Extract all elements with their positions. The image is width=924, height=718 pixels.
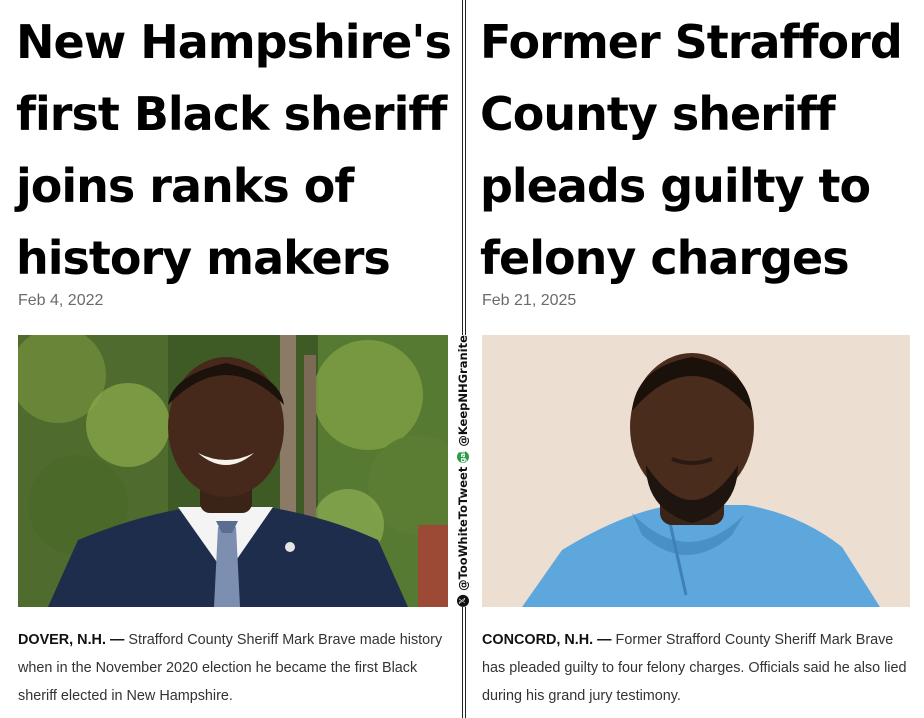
x-logo-icon: 𝕏 [457, 594, 469, 607]
watermark-x-handle[interactable]: @TooWhiteToTweet [456, 467, 470, 591]
right-dateline: CONCORD, N.H. — [482, 632, 612, 648]
right-headline[interactable]: Former Strafford County sheriff pleads g… [480, 6, 918, 294]
left-caption: DOVER, N.H. — Strafford County Sheriff M… [18, 626, 450, 710]
left-headline[interactable]: New Hampshire's first Black sheriff join… [16, 6, 456, 294]
left-photo[interactable] [18, 335, 448, 607]
right-date: Feb 21, 2025 [482, 292, 577, 309]
right-caption: CONCORD, N.H. — Former Strafford County … [482, 626, 912, 710]
right-photo[interactable] [482, 335, 910, 607]
left-date: Feb 4, 2022 [18, 292, 104, 309]
watermark: 𝕏 @TooWhiteToTweet gab @KeepNHGranite [453, 335, 473, 607]
right-article: Former Strafford County sheriff pleads g… [466, 0, 924, 718]
gab-logo-icon: gab [457, 447, 469, 463]
left-article: New Hampshire's first Black sheriff join… [0, 0, 462, 718]
booking-photo-image [482, 335, 910, 607]
left-dateline: DOVER, N.H. — [18, 632, 125, 648]
sheriff-portrait-image [18, 335, 448, 607]
watermark-gab-handle[interactable]: @KeepNHGranite [456, 335, 470, 447]
watermark-text: 𝕏 @TooWhiteToTweet gab @KeepNHGranite [456, 335, 470, 607]
